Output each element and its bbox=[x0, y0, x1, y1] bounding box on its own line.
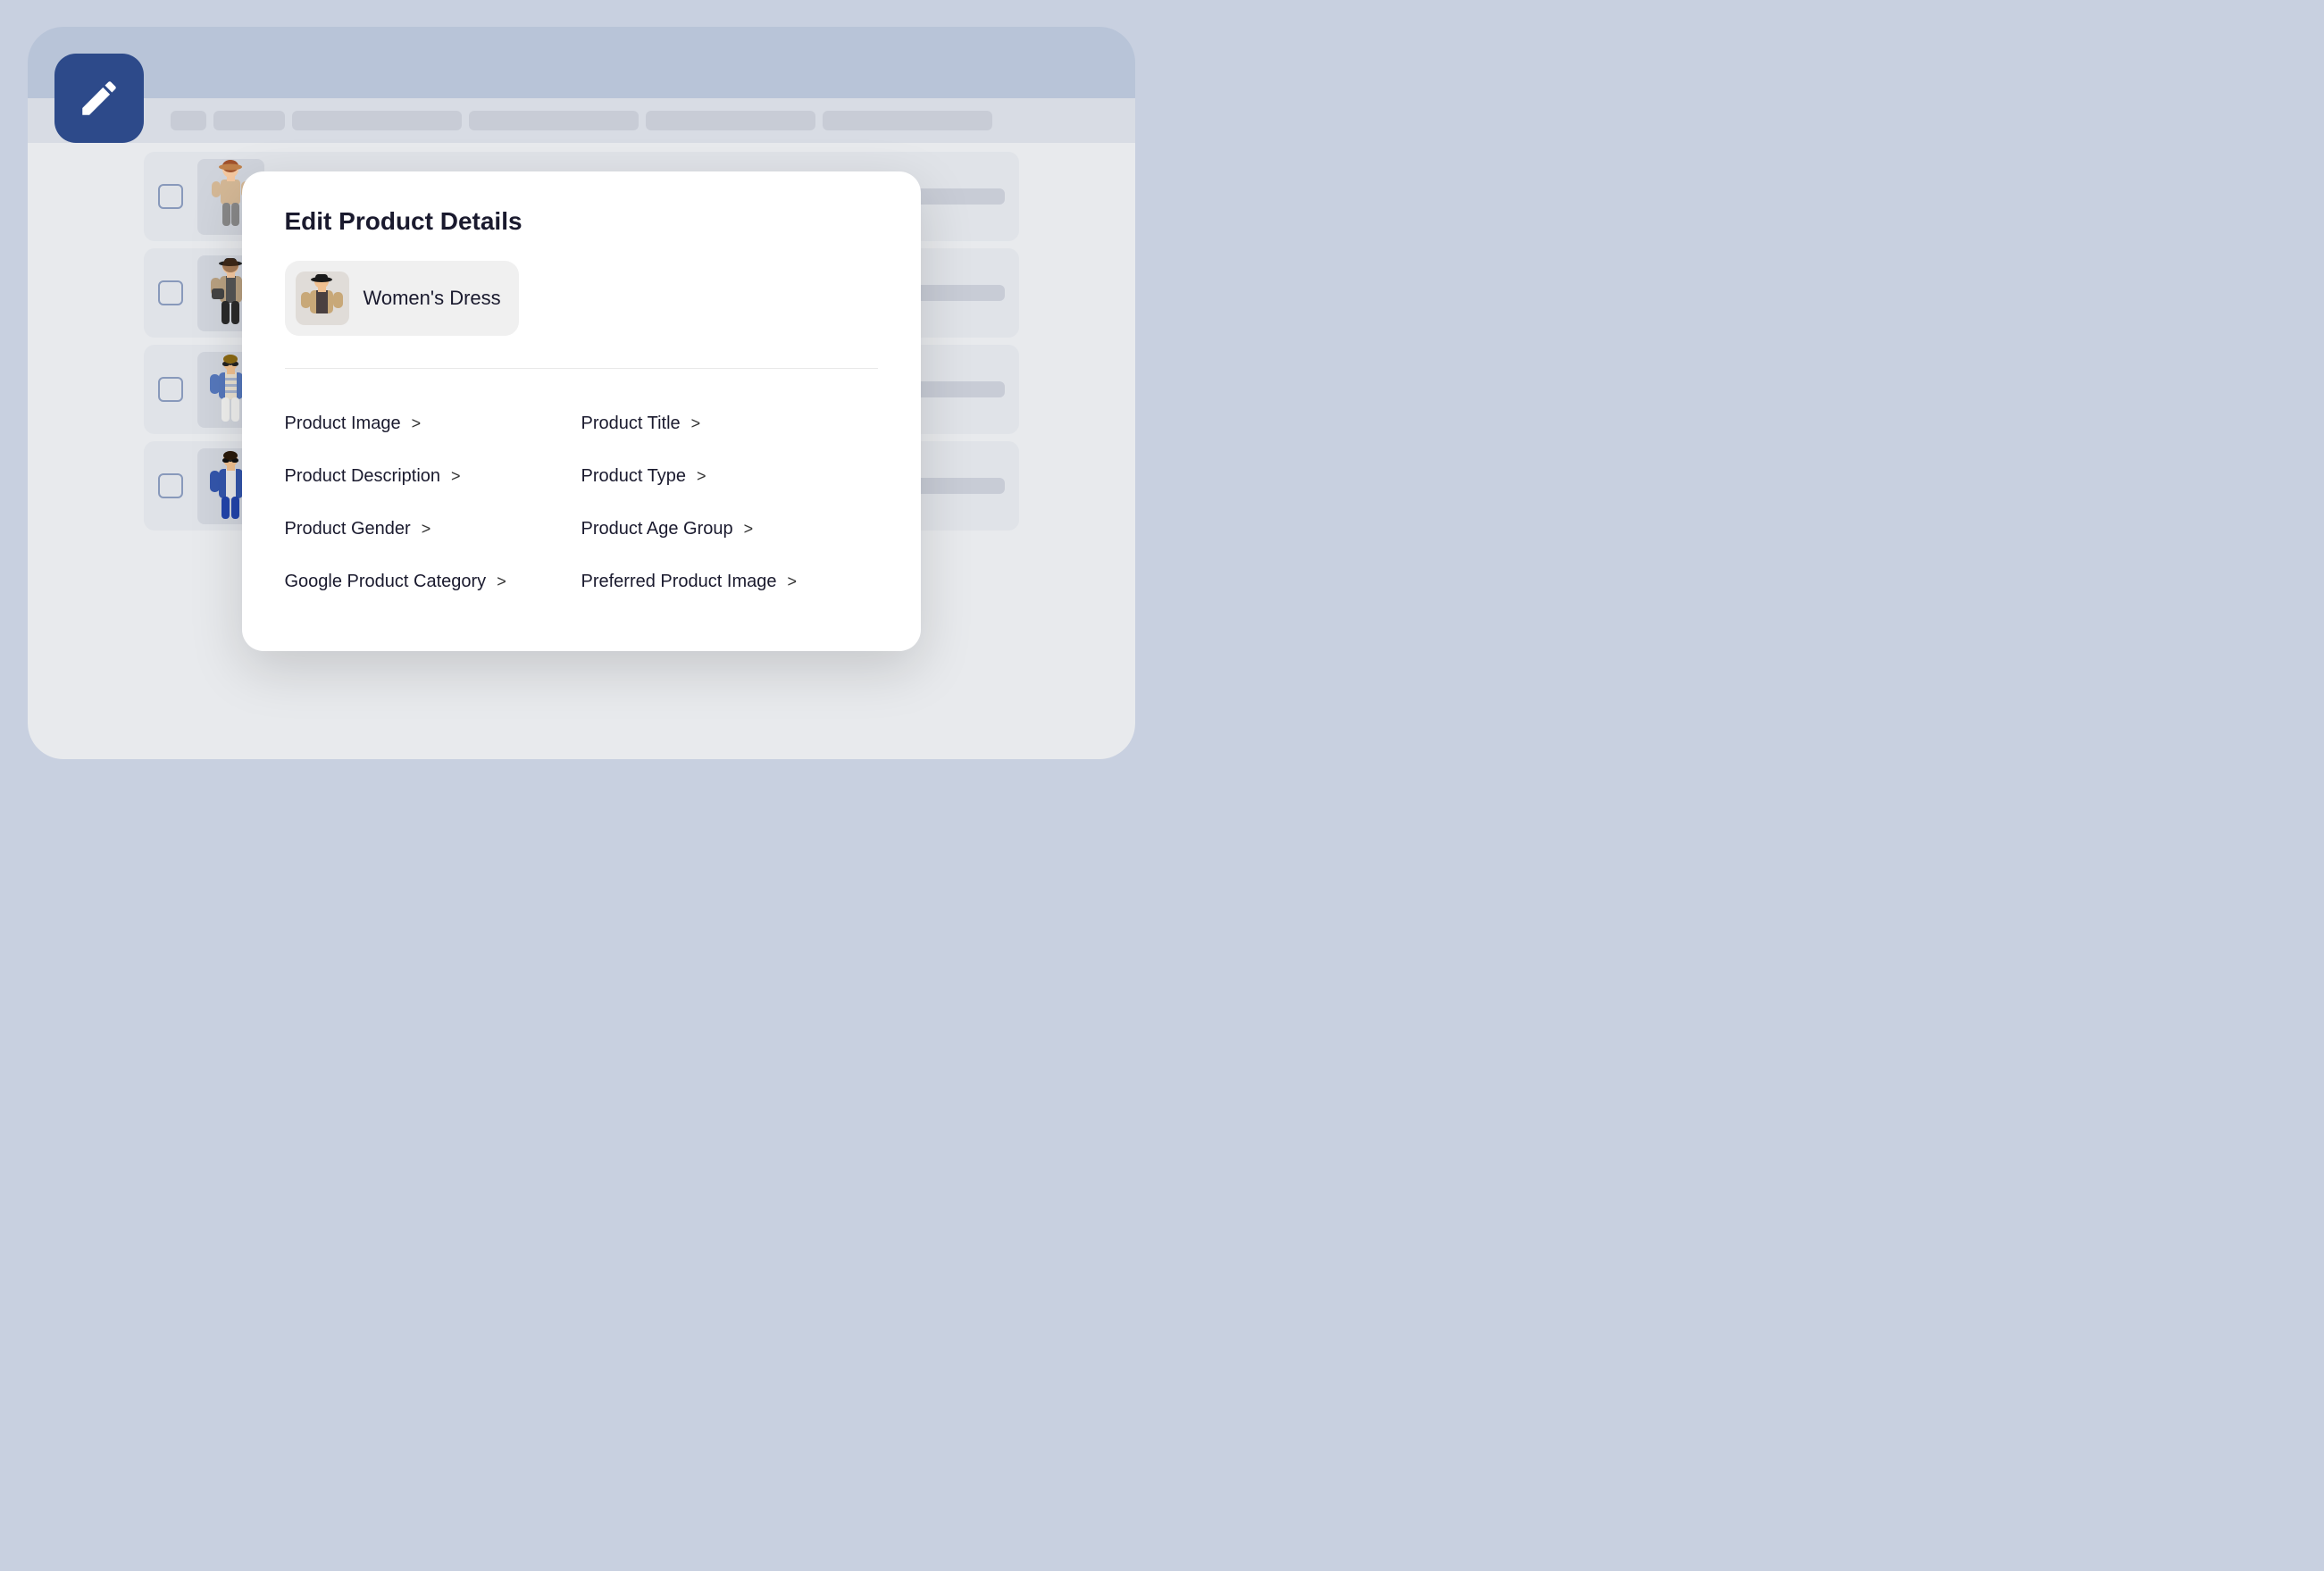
menu-item-product-title-label: Product Title bbox=[581, 414, 681, 434]
menu-item-product-image[interactable]: Product Image > bbox=[285, 397, 581, 450]
chevron-right-icon: > bbox=[451, 467, 461, 486]
product-badge-name: Women's Dress bbox=[364, 287, 501, 310]
outer-container: Edit Product Details bbox=[28, 27, 1135, 759]
menu-item-product-title[interactable]: Product Title > bbox=[581, 397, 878, 450]
menu-item-google-product-category[interactable]: Google Product Category > bbox=[285, 556, 581, 608]
product-badge-image bbox=[296, 272, 349, 325]
menu-item-product-age-group[interactable]: Product Age Group > bbox=[581, 503, 878, 556]
modal-title: Edit Product Details bbox=[285, 207, 878, 236]
menu-item-product-type[interactable]: Product Type > bbox=[581, 450, 878, 503]
menu-item-google-product-category-label: Google Product Category bbox=[285, 572, 487, 592]
modal-overlay: Edit Product Details bbox=[28, 27, 1135, 759]
menu-item-product-type-label: Product Type bbox=[581, 466, 686, 487]
menu-grid: Product Image > Product Title > Product … bbox=[285, 397, 878, 608]
menu-item-product-description-label: Product Description bbox=[285, 466, 441, 487]
menu-item-product-gender-label: Product Gender bbox=[285, 519, 411, 539]
chevron-right-icon: > bbox=[697, 467, 706, 486]
chevron-right-icon: > bbox=[691, 414, 701, 433]
menu-item-product-age-group-label: Product Age Group bbox=[581, 519, 733, 539]
product-badge: Women's Dress bbox=[285, 261, 519, 336]
chevron-right-icon: > bbox=[412, 414, 422, 433]
menu-item-product-gender[interactable]: Product Gender > bbox=[285, 503, 581, 556]
edit-product-modal: Edit Product Details bbox=[242, 171, 921, 651]
badge-product-figure bbox=[297, 272, 347, 324]
menu-item-product-description[interactable]: Product Description > bbox=[285, 450, 581, 503]
menu-item-preferred-product-image-label: Preferred Product Image bbox=[581, 572, 777, 592]
chevron-right-icon: > bbox=[497, 572, 506, 591]
chevron-right-icon: > bbox=[422, 520, 431, 539]
modal-divider bbox=[285, 368, 878, 369]
chevron-right-icon: > bbox=[788, 572, 798, 591]
menu-item-product-image-label: Product Image bbox=[285, 414, 401, 434]
menu-item-preferred-product-image[interactable]: Preferred Product Image > bbox=[581, 556, 878, 608]
chevron-right-icon: > bbox=[744, 520, 754, 539]
